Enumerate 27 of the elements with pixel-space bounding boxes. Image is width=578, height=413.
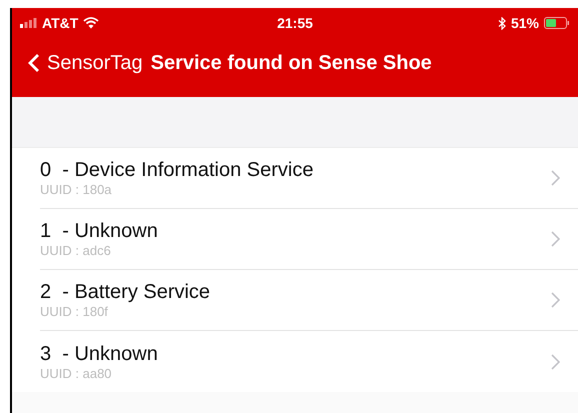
- chevron-icon: [551, 231, 560, 247]
- service-uuid: UUID : 180f: [40, 304, 109, 320]
- service-name: 3 - Unknown: [40, 342, 158, 366]
- wifi-icon: [83, 17, 100, 29]
- service-name: 1 - Unknown: [40, 219, 158, 243]
- status-time: 21:55: [277, 15, 313, 31]
- service-row[interactable]: 1 - Unknown UUID : adc6: [40, 209, 578, 270]
- chevron-icon: [551, 170, 560, 186]
- bluetooth-icon: [498, 16, 506, 30]
- screen-title: Service found on Sense Shoe: [150, 52, 432, 74]
- chevron-icon: [551, 354, 560, 370]
- chevron-icon: [551, 292, 560, 308]
- battery-icon: [544, 17, 570, 29]
- service-uuid: UUID : aa80: [40, 366, 113, 382]
- service-name: 0 - Device Information Service: [40, 158, 314, 182]
- signal-icon: [20, 18, 37, 28]
- back-button[interactable]: SensorTag: [28, 52, 143, 74]
- service-row[interactable]: 2 - Battery Service UUID : 180f: [40, 270, 578, 331]
- battery-percent: 51%: [510, 15, 539, 31]
- service-uuid: UUID : 180a: [40, 182, 113, 198]
- service-uuid: UUID : adc6: [40, 243, 112, 259]
- service-row[interactable]: 0 - Device Information Service UUID : 180a: [40, 148, 578, 209]
- carrier-name: AT&T: [42, 15, 78, 31]
- back-chevron-icon: [28, 53, 40, 73]
- back-label[interactable]: SensorTag: [47, 52, 143, 74]
- service-row[interactable]: 3 - Unknown UUID : aa80: [40, 331, 578, 392]
- service-name: 2 - Battery Service: [40, 280, 210, 304]
